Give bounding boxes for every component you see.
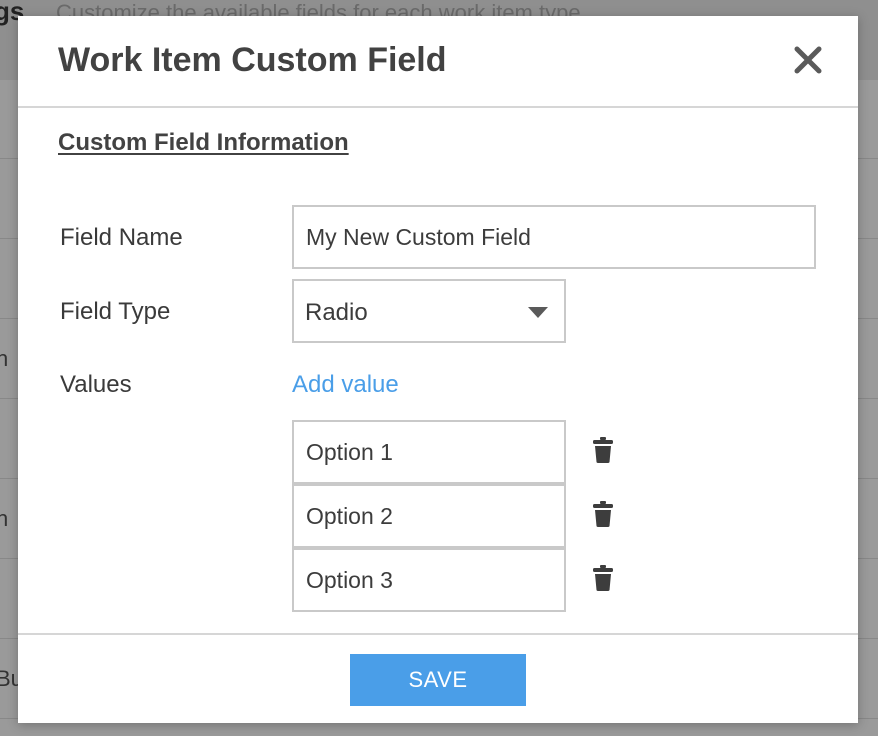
trash-icon (593, 501, 613, 527)
delete-option-button[interactable] (592, 437, 614, 463)
field-name-label: Field Name (60, 224, 183, 251)
trash-icon (593, 437, 613, 463)
modal-title: Work Item Custom Field (58, 41, 447, 79)
value-option-input[interactable] (292, 548, 566, 612)
values-label: Values (60, 371, 132, 398)
trash-icon (593, 565, 613, 591)
custom-field-modal: Work Item Custom Field Custom Field Info… (18, 16, 858, 723)
section-title: Custom Field Information (58, 129, 349, 156)
field-type-select[interactable]: Radio (292, 279, 566, 343)
value-option-input[interactable] (292, 420, 566, 484)
save-button[interactable]: SAVE (350, 654, 526, 706)
field-type-label: Field Type (60, 298, 171, 325)
add-value-link[interactable]: Add value (292, 371, 399, 399)
field-type-selected-value: Radio (305, 299, 368, 326)
caret-down-icon (528, 307, 548, 318)
close-button[interactable] (792, 44, 824, 76)
value-option-input[interactable] (292, 484, 566, 548)
close-icon (794, 46, 822, 74)
modal-footer-divider (18, 633, 858, 635)
field-name-input[interactable] (292, 205, 816, 269)
background-row-text: n (0, 506, 9, 531)
delete-option-button[interactable] (592, 565, 614, 591)
delete-option-button[interactable] (592, 501, 614, 527)
modal-header: Work Item Custom Field (18, 16, 858, 108)
background-row-text: n (0, 346, 9, 371)
